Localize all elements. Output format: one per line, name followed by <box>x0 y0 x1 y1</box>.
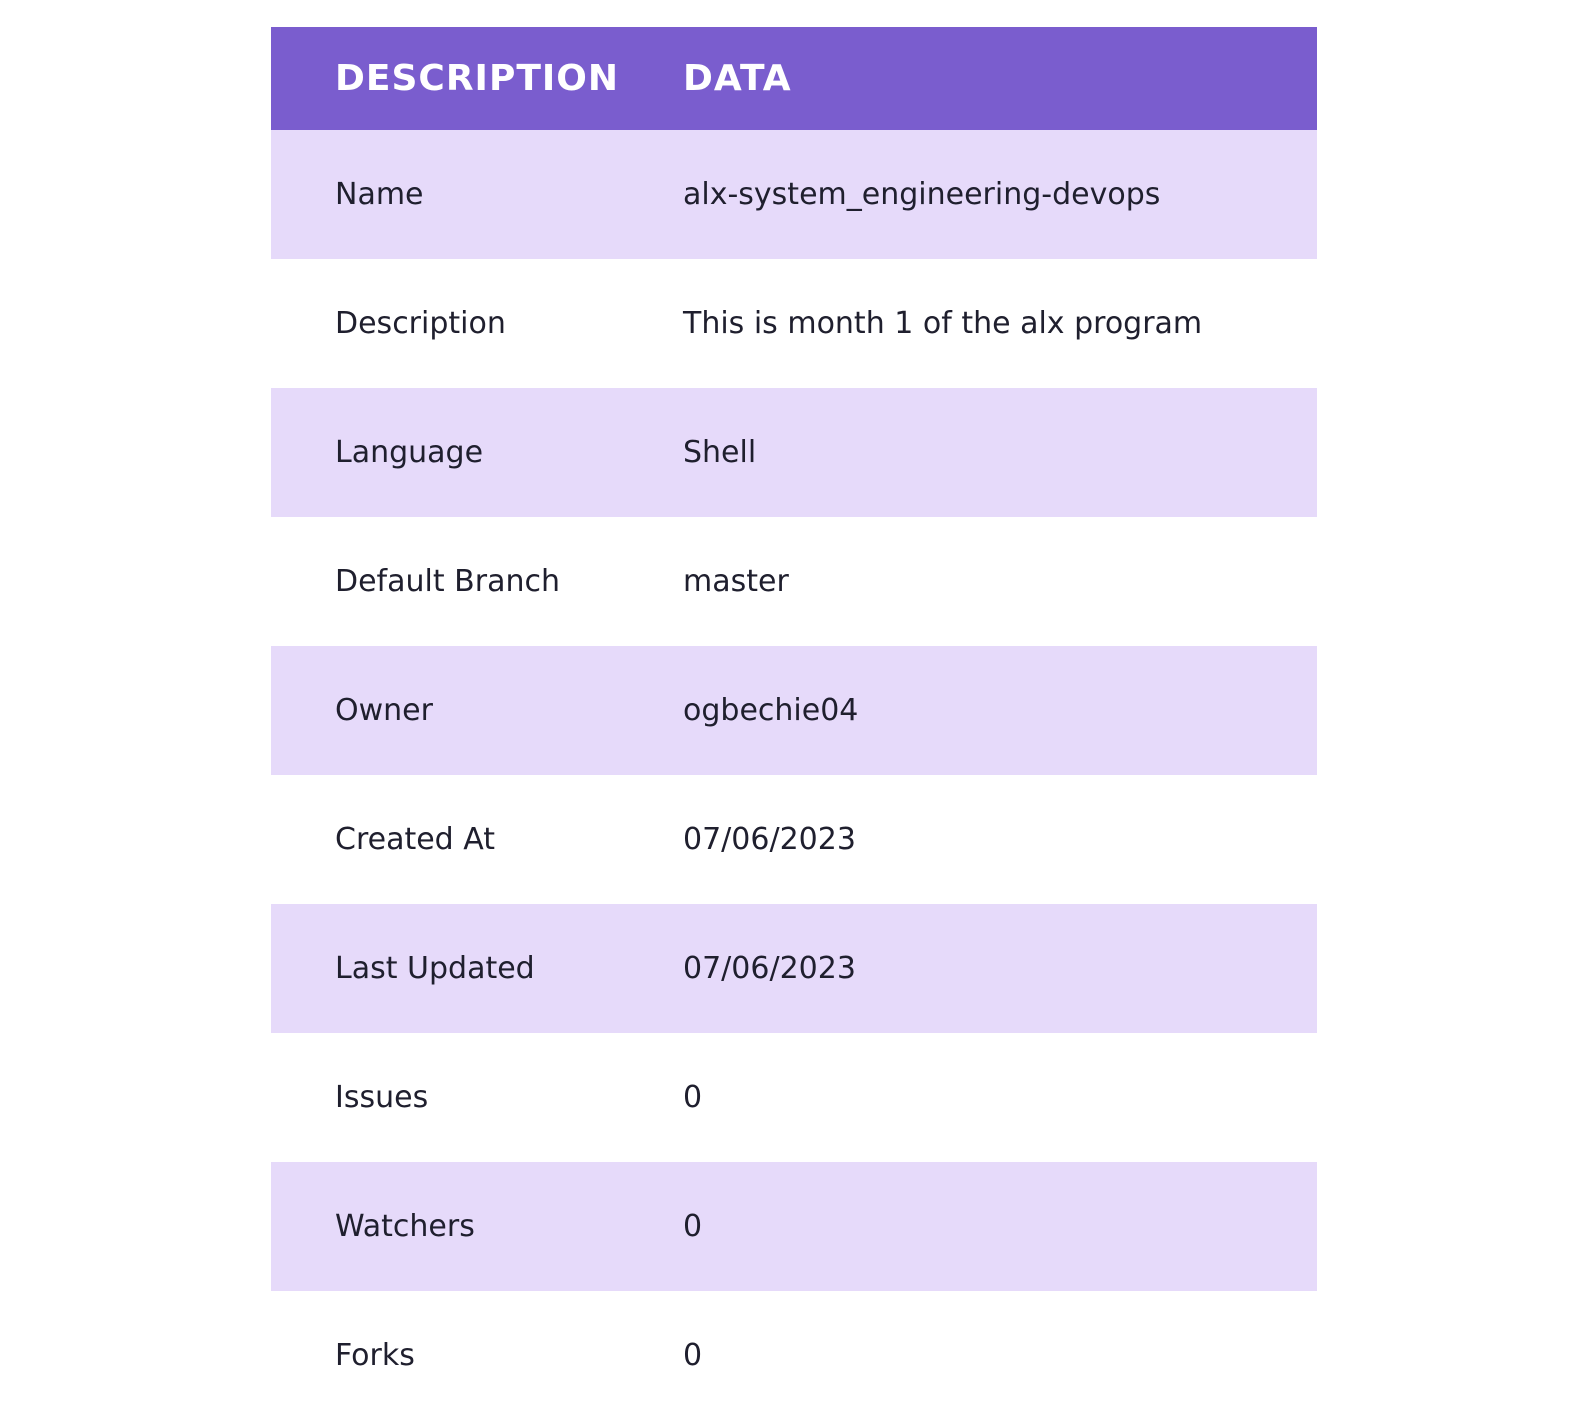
table-row: Description This is month 1 of the alx p… <box>271 259 1317 388</box>
row-label: Name <box>335 177 424 212</box>
row-label: Issues <box>335 1080 429 1115</box>
table-row: Name alx-system_engineering-devops <box>271 130 1317 259</box>
row-value: 0 <box>683 1162 1317 1291</box>
table-row: Forks 0 <box>271 1291 1317 1420</box>
row-value: ogbechie04 <box>683 646 1317 775</box>
row-label: Owner <box>335 693 433 728</box>
row-value-text: 0 <box>683 1209 703 1244</box>
table-header-row: DESCRIPTION DATA <box>271 27 1317 130</box>
table-row: Language Shell <box>271 388 1317 517</box>
row-value-text: 0 <box>683 1338 703 1373</box>
row-value: Shell <box>683 388 1317 517</box>
row-value: 07/06/2023 <box>683 904 1317 1033</box>
repo-info-table-container: DESCRIPTION DATA Name alx-system_enginee… <box>271 27 1317 1420</box>
table-row: Issues 0 <box>271 1033 1317 1162</box>
row-value-text: This is month 1 of the alx program <box>683 306 1203 341</box>
table-header: DESCRIPTION DATA <box>271 27 1317 130</box>
column-header-data: DATA <box>683 27 1317 130</box>
row-label: Description <box>335 306 506 341</box>
row-value: alx-system_engineering-devops <box>683 130 1317 259</box>
row-value-text: master <box>683 564 789 599</box>
table-row: Watchers 0 <box>271 1162 1317 1291</box>
row-value: 0 <box>683 1033 1317 1162</box>
row-label: Default Branch <box>335 564 560 599</box>
row-label: Last Updated <box>335 951 535 986</box>
row-value: This is month 1 of the alx program <box>683 259 1317 388</box>
row-label: Forks <box>335 1338 415 1373</box>
row-value: 0 <box>683 1291 1317 1420</box>
row-value: master <box>683 517 1317 646</box>
table-row: Default Branch master <box>271 517 1317 646</box>
row-value-text: Shell <box>683 435 757 470</box>
table-body: Name alx-system_engineering-devops Descr… <box>271 130 1317 1420</box>
column-header-description: DESCRIPTION <box>335 58 620 99</box>
row-value-text: ogbechie04 <box>683 693 859 728</box>
row-value-text: 07/06/2023 <box>683 951 856 986</box>
row-label: Created At <box>335 822 496 857</box>
row-value-text: 07/06/2023 <box>683 822 856 857</box>
table-row: Owner ogbechie04 <box>271 646 1317 775</box>
row-label: Watchers <box>335 1209 475 1244</box>
row-value: 07/06/2023 <box>683 775 1317 904</box>
table-row: Last Updated 07/06/2023 <box>271 904 1317 1033</box>
repo-info-table: DESCRIPTION DATA Name alx-system_enginee… <box>271 27 1317 1420</box>
row-label: Language <box>335 435 484 470</box>
table-row: Created At 07/06/2023 <box>271 775 1317 904</box>
row-value-text: 0 <box>683 1080 703 1115</box>
row-value-text: alx-system_engineering-devops <box>683 177 1161 212</box>
column-header-data-label: DATA <box>683 58 792 99</box>
